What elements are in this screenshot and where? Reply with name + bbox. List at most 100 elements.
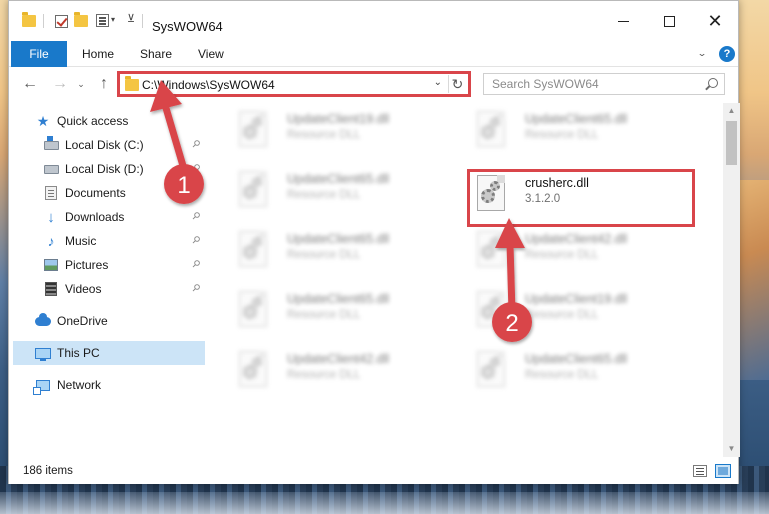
details-view-icon[interactable] bbox=[693, 465, 707, 477]
local-disk-icon bbox=[43, 135, 59, 153]
dll-file-icon bbox=[237, 111, 269, 149]
sidebar-item-this-pc[interactable]: This PC bbox=[13, 341, 205, 365]
file-type: Resource DLL bbox=[525, 249, 599, 261]
file-item[interactable]: UpdateClient65.dll Resource DLL bbox=[453, 103, 673, 153]
scroll-down-icon[interactable]: ▼ bbox=[723, 441, 740, 457]
network-icon bbox=[33, 377, 51, 395]
sidebar-item-videos[interactable]: Videos ⚲ bbox=[9, 277, 205, 301]
large-icons-view-icon[interactable] bbox=[715, 464, 731, 478]
music-icon: ♪ bbox=[47, 233, 55, 249]
expand-ribbon-chevron-icon[interactable]: ⌄ bbox=[697, 48, 707, 58]
vertical-scrollbar[interactable]: ▲ ▼ bbox=[723, 103, 740, 457]
local-disk-icon bbox=[43, 161, 59, 177]
sidebar-item-network[interactable]: Network bbox=[9, 373, 205, 397]
maximize-button[interactable] bbox=[646, 7, 692, 35]
minimize-button[interactable] bbox=[600, 7, 646, 35]
sidebar-item-label: Quick access bbox=[57, 114, 129, 128]
pin-icon[interactable]: ⚲ bbox=[189, 210, 202, 223]
maximize-icon bbox=[663, 15, 675, 27]
sidebar-item-local-disk-c[interactable]: Local Disk (C:) ⚲ bbox=[9, 133, 205, 157]
customize-toolbar-chevron-down-icon[interactable]: ▾ bbox=[111, 15, 115, 24]
folder-icon[interactable] bbox=[21, 12, 37, 29]
sidebar-item-pictures[interactable]: Pictures ⚲ bbox=[9, 253, 205, 277]
desktop-wallpaper-snow bbox=[0, 492, 769, 514]
close-button[interactable]: ✕ bbox=[692, 7, 738, 35]
sidebar-item-documents[interactable]: Documents ⚲ bbox=[9, 181, 205, 205]
pin-icon[interactable]: ⚲ bbox=[189, 282, 202, 295]
sidebar-item-label: Videos bbox=[65, 282, 102, 296]
up-button[interactable]: ↑ bbox=[93, 73, 115, 95]
dll-file-icon bbox=[237, 291, 269, 329]
title-bar: ▾ ⊻ SysWOW64 ✕ bbox=[9, 1, 738, 41]
file-item[interactable]: UpdateClient19.dll Resource DLL bbox=[215, 103, 435, 153]
dll-file-icon bbox=[475, 291, 507, 329]
tab-file[interactable]: File bbox=[11, 41, 67, 67]
close-icon: ✕ bbox=[707, 11, 723, 31]
address-path[interactable]: C:\Windows\SysWOW64 bbox=[142, 78, 275, 92]
documents-icon bbox=[43, 185, 59, 201]
address-history-chevron-down-icon[interactable]: ⌄ bbox=[434, 77, 442, 88]
dll-file-icon bbox=[237, 351, 269, 389]
sidebar-item-label: Network bbox=[57, 378, 102, 392]
file-explorer-window: ▾ ⊻ SysWOW64 ✕ File Home Share View ⌄ ? … bbox=[8, 0, 740, 484]
sidebar-item-local-disk-d[interactable]: Local Disk (D:) ⚲ bbox=[9, 157, 205, 181]
file-item[interactable]: UpdateClient65.dll Resource DLL bbox=[215, 223, 435, 273]
pin-icon[interactable]: ⚲ bbox=[189, 138, 202, 151]
back-button[interactable]: ← bbox=[19, 73, 41, 95]
file-item[interactable]: UpdateClient42.dll Resource DLL bbox=[453, 223, 673, 273]
navigation-pane: ★ Quick access Local Disk (C:) ⚲ Local D… bbox=[9, 103, 205, 457]
file-type: Resource DLL bbox=[525, 369, 599, 381]
sidebar-item-music[interactable]: ♪ Music ⚲ bbox=[9, 229, 205, 253]
sidebar-item-quick-access[interactable]: ★ Quick access bbox=[9, 109, 205, 133]
search-box[interactable] bbox=[483, 73, 725, 95]
help-icon[interactable]: ? bbox=[719, 46, 735, 62]
sidebar-item-downloads[interactable]: ↓ Downloads ⚲ bbox=[9, 205, 205, 229]
sidebar-item-label: OneDrive bbox=[57, 314, 108, 328]
file-type: Resource DLL bbox=[287, 369, 361, 381]
pictures-icon bbox=[43, 257, 59, 273]
dll-file-icon bbox=[475, 111, 507, 149]
file-name: UpdateClient65.dll bbox=[287, 232, 390, 246]
computer-icon bbox=[35, 345, 51, 361]
minimize-icon bbox=[617, 20, 629, 22]
pin-icon[interactable]: ⚲ bbox=[189, 258, 202, 271]
file-name: UpdateClient42.dll bbox=[287, 352, 390, 366]
pin-icon[interactable]: ⚲ bbox=[189, 186, 202, 199]
toolbar-separator bbox=[43, 14, 44, 28]
sidebar-item-label: Music bbox=[65, 234, 97, 248]
properties-check-icon[interactable] bbox=[53, 13, 69, 29]
file-item[interactable]: UpdateClient65.dll Resource DLL bbox=[215, 163, 435, 213]
scrollbar-thumb[interactable] bbox=[726, 121, 737, 165]
file-highlight-box bbox=[467, 169, 695, 227]
ribbon-tabs: File Home Share View ⌄ ? bbox=[9, 41, 738, 67]
sidebar-item-onedrive[interactable]: OneDrive bbox=[9, 309, 205, 333]
window-title: SysWOW64 bbox=[152, 19, 223, 34]
rename-icon[interactable] bbox=[96, 14, 109, 27]
recent-locations-chevron-down-icon[interactable]: ⌄ bbox=[75, 73, 87, 95]
file-item[interactable]: UpdateClient19.dll Resource DLL bbox=[453, 283, 673, 333]
file-type: Resource DLL bbox=[525, 129, 599, 141]
refresh-icon[interactable]: ↻ bbox=[448, 75, 466, 93]
dll-file-icon bbox=[237, 171, 269, 209]
forward-button[interactable]: → bbox=[49, 73, 71, 95]
pin-icon[interactable]: ⚲ bbox=[189, 234, 202, 247]
pin-icon[interactable]: ⚲ bbox=[189, 162, 202, 175]
file-list: UpdateClient19.dll Resource DLL UpdateCl… bbox=[215, 103, 723, 457]
file-item[interactable]: UpdateClient42.dll Resource DLL bbox=[215, 343, 435, 393]
tab-share[interactable]: Share bbox=[140, 41, 172, 67]
file-item[interactable]: UpdateClient65.dll Resource DLL bbox=[215, 283, 435, 333]
tab-home[interactable]: Home bbox=[82, 41, 114, 67]
sidebar-item-label: Documents bbox=[65, 186, 126, 200]
search-input[interactable] bbox=[484, 74, 694, 94]
file-name: UpdateClient65.dll bbox=[525, 352, 628, 366]
tab-view[interactable]: View bbox=[198, 41, 224, 67]
sidebar-item-label: Local Disk (C:) bbox=[65, 138, 144, 152]
file-item[interactable]: UpdateClient65.dll Resource DLL bbox=[453, 343, 673, 393]
file-name: UpdateClient65.dll bbox=[525, 112, 628, 126]
search-icon[interactable] bbox=[708, 78, 718, 88]
quick-access-dropdown-icon[interactable]: ⊻ bbox=[127, 12, 135, 25]
folder-icon bbox=[125, 76, 139, 91]
address-bar[interactable]: C:\Windows\SysWOW64 ⌄ ↻ bbox=[117, 71, 471, 97]
scroll-up-icon[interactable]: ▲ bbox=[723, 103, 740, 119]
new-folder-icon[interactable] bbox=[73, 12, 89, 29]
